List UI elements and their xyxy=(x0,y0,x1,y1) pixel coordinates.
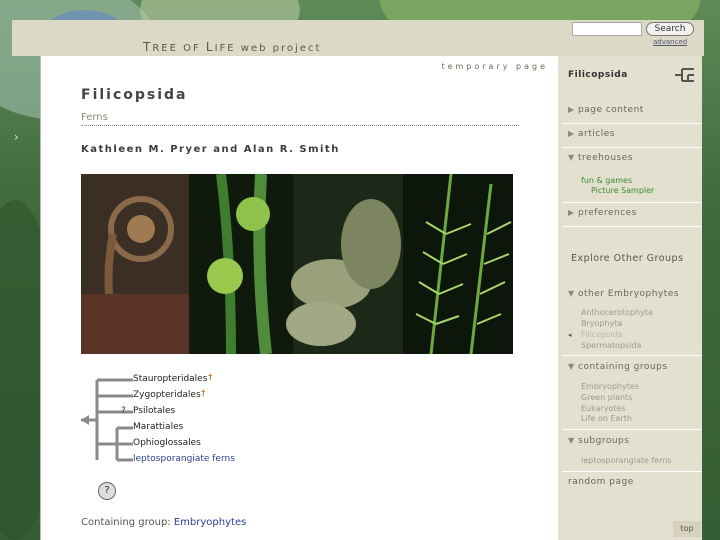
extinct-dagger-icon: † xyxy=(201,389,206,399)
sidebar-item-containing-groups[interactable]: ▼ containing groups xyxy=(568,362,668,372)
tree-taxon-psilotales[interactable]: Psilotales xyxy=(133,406,175,416)
uncertain-marker: ? xyxy=(121,406,126,416)
sidebar-link-life-on-earth[interactable]: Life on Earth xyxy=(581,414,632,423)
sidebar-title: Filicopsida xyxy=(568,70,628,80)
site-title[interactable]: TREE OF LIFE web project xyxy=(143,40,321,54)
triangle-down-icon: ▼ xyxy=(568,362,575,371)
temporary-page-label: temporary page xyxy=(441,62,548,71)
page-title: Filicopsida xyxy=(81,87,188,103)
search-button[interactable]: Search xyxy=(646,22,694,36)
containing-group-link[interactable]: Embryophytes xyxy=(174,517,246,528)
tree-structure-icon[interactable] xyxy=(674,66,696,84)
chevron-right-icon[interactable]: › xyxy=(14,130,19,144)
advanced-search-link[interactable]: advanced xyxy=(653,38,687,46)
triangle-right-icon: ▶ xyxy=(568,208,575,217)
tree-taxon-ophioglossales[interactable]: Ophioglossales xyxy=(133,438,201,448)
phylogenetic-tree: Stauropteridales † Zygopteridales † ? Ps… xyxy=(81,368,381,478)
triangle-right-icon: ▶ xyxy=(568,129,575,138)
sidebar-item-subgroups[interactable]: ▼ subgroups xyxy=(568,436,629,446)
search-input[interactable] xyxy=(572,22,642,36)
sidebar-link-picture-sampler[interactable]: Picture Sampler xyxy=(591,186,654,195)
page-subtitle: Ferns xyxy=(81,112,108,123)
tree-taxon-leptosporangiate-ferns[interactable]: leptosporangiate ferns xyxy=(133,454,235,464)
sidebar-link-bryophyta[interactable]: Bryophyta xyxy=(581,319,622,328)
sidebar-item-treehouses[interactable]: ▼ treehouses xyxy=(568,153,633,163)
sidebar-random-page[interactable]: random page xyxy=(568,477,634,487)
sidebar-item-other-embryophytes[interactable]: ▼ other Embryophytes xyxy=(568,289,679,299)
sidebar-link-green-plants[interactable]: Green plants xyxy=(581,393,632,402)
tree-taxon-stauropteridales[interactable]: Stauropteridales xyxy=(133,374,207,384)
sidebar-link-anthocerotophyta[interactable]: Anthocerotophyta xyxy=(581,308,653,317)
tree-taxon-zygopteridales[interactable]: Zygopteridales xyxy=(133,390,201,400)
extinct-dagger-icon: † xyxy=(208,373,213,383)
containing-group: Containing group: Embryophytes xyxy=(81,517,247,528)
sidebar: Filicopsida ▶ page content ▶ articles ▼ tre… xyxy=(558,56,702,540)
top-button[interactable]: top xyxy=(673,521,701,537)
authors: Kathleen M. Pryer and Alan R. Smith xyxy=(81,144,340,155)
sidebar-link-leptosporangiate-ferns[interactable]: leptosporangiate ferns xyxy=(581,456,672,465)
explore-other-groups: Explore Other Groups xyxy=(571,253,684,264)
help-icon[interactable]: ? xyxy=(98,482,116,500)
triangle-down-icon: ▼ xyxy=(568,436,575,445)
title-divider xyxy=(81,125,519,126)
sidebar-item-page-content[interactable]: ▶ page content xyxy=(568,105,644,115)
sidebar-current-filicopsida: Filicopsida xyxy=(581,330,623,339)
sidebar-link-eukaryotes[interactable]: Eukaryotes xyxy=(581,404,626,413)
tree-taxon-marattiales[interactable]: Marattiales xyxy=(133,422,183,432)
triangle-right-icon: ▶ xyxy=(568,105,575,114)
sidebar-link-fun-games[interactable]: fun & games xyxy=(581,176,632,185)
current-indicator-icon: ◂ xyxy=(568,331,572,339)
sidebar-item-preferences[interactable]: ▶ preferences xyxy=(568,208,637,218)
triangle-down-icon: ▼ xyxy=(568,289,575,298)
triangle-down-icon: ▼ xyxy=(568,153,575,162)
fern-photo-collage xyxy=(81,174,513,354)
sidebar-link-spermatopsida[interactable]: Spermatopsida xyxy=(581,341,641,350)
main-content: temporary page Filicopsida Ferns Kathlee… xyxy=(40,56,558,540)
sidebar-item-articles[interactable]: ▶ articles xyxy=(568,129,615,139)
sidebar-link-embryophytes[interactable]: Embryophytes xyxy=(581,382,639,391)
